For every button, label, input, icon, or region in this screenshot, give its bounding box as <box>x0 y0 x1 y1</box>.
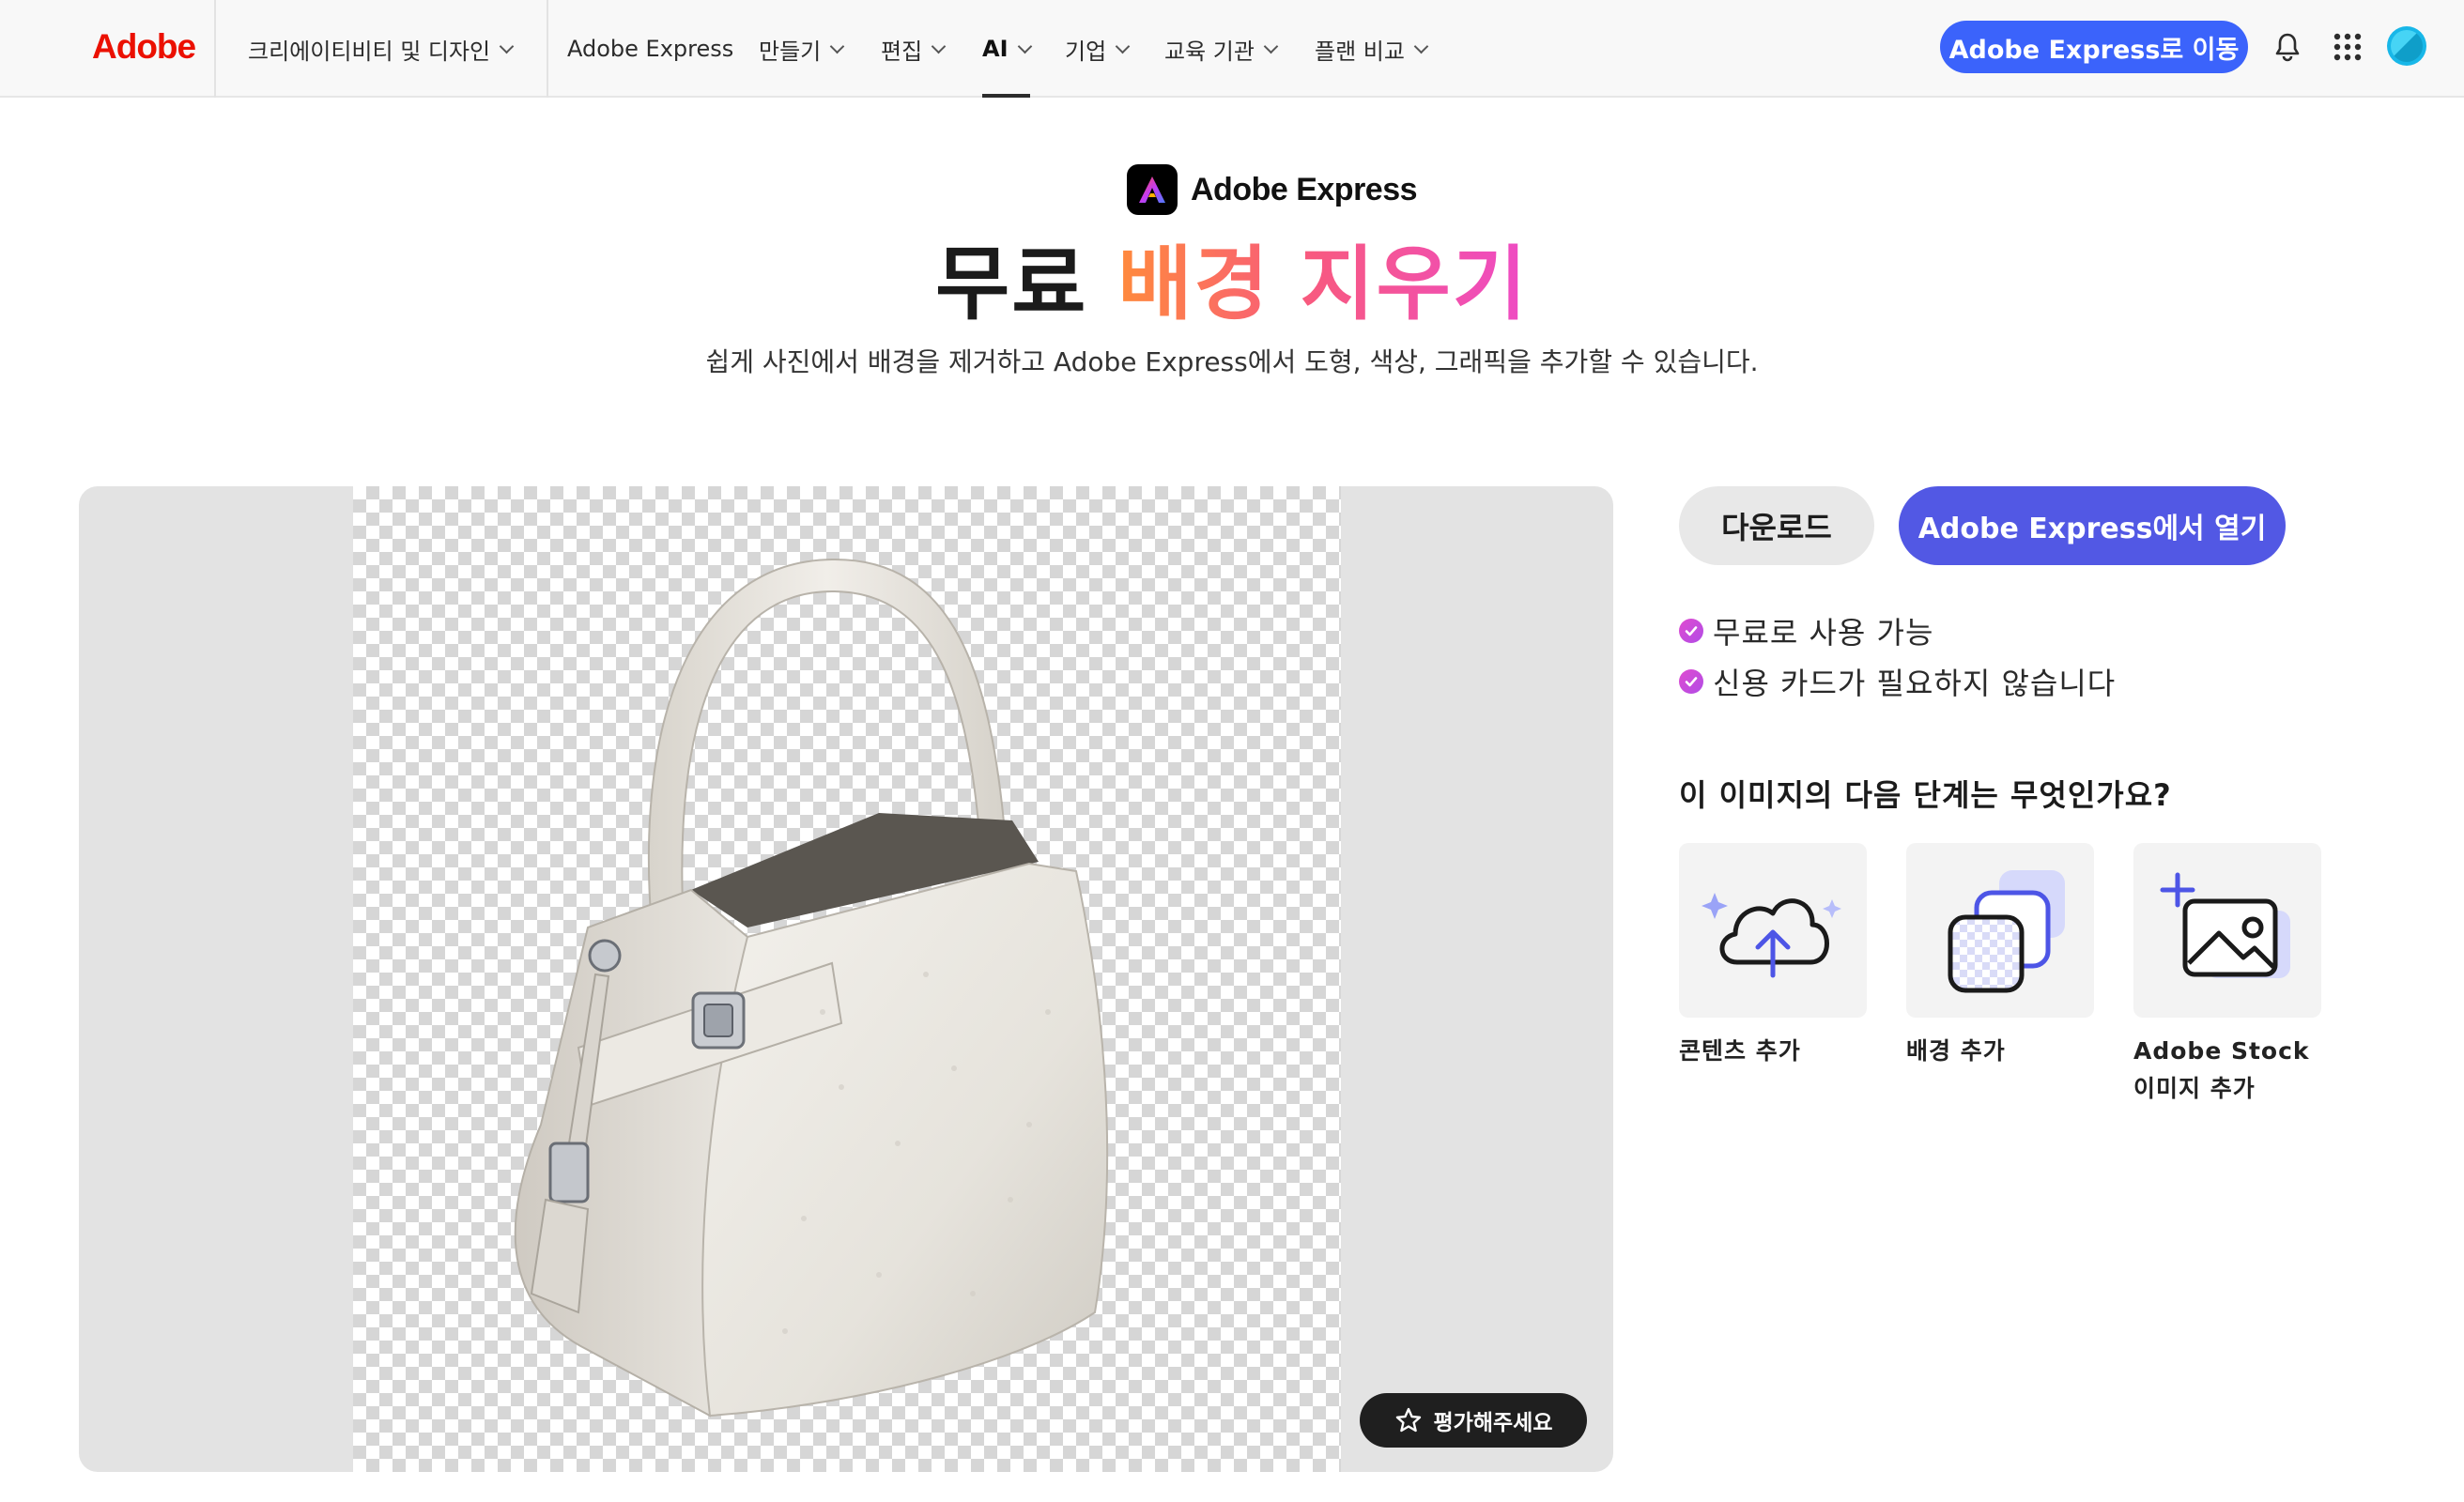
chevron-down-icon <box>1263 38 1279 54</box>
download-button[interactable]: 다운로드 <box>1679 486 1874 565</box>
feature-label: 무료로 사용 가능 <box>1713 615 1934 651</box>
chevron-down-icon <box>1017 38 1032 54</box>
chevron-down-icon <box>1413 38 1429 54</box>
top-navigation: Adobe 크리에이티비티 및 디자인 Adobe Express 만들기 편집… <box>0 0 2464 98</box>
user-avatar[interactable] <box>2387 26 2426 66</box>
app-grid-icon[interactable] <box>2329 28 2366 66</box>
open-in-express-button[interactable]: Adobe Express에서 열기 <box>1899 486 2286 565</box>
adobe-express-brand: Adobe Express <box>1127 163 1418 216</box>
nav-divider <box>214 0 216 98</box>
layers-background-icon <box>1948 870 2065 993</box>
chevron-down-icon <box>1115 38 1131 54</box>
feature-item: 무료로 사용 가능 <box>1679 610 1933 651</box>
cloud-upload-icon <box>1702 893 1841 978</box>
nav-item-label: 교육 기관 <box>1164 38 1255 65</box>
checkmark-icon <box>1679 669 1703 694</box>
handbag-image <box>514 558 1109 1418</box>
add-stock-image-card[interactable] <box>2133 843 2321 1018</box>
nav-item-label: 만들기 <box>759 38 822 65</box>
image-preview-panel: 평가해주세요 <box>79 486 1613 1472</box>
nav-item-compare-plans[interactable]: 플랜 비교 <box>1315 0 1429 98</box>
chevron-down-icon <box>931 38 947 54</box>
page-subtitle: 쉽게 사진에서 배경을 제거하고 Adobe Express에서 도형, 색상,… <box>705 346 1759 377</box>
transparency-background <box>353 486 1341 1472</box>
add-background-label[interactable]: 배경 추가 <box>1906 1033 2113 1070</box>
nav-item-education[interactable]: 교육 기관 <box>1164 0 1279 98</box>
nav-item-label: 크리에이티비티 및 디자인 <box>248 38 491 65</box>
nav-item-label: 기업 <box>1065 38 1107 65</box>
nav-divider <box>547 0 548 98</box>
nav-item-business[interactable]: 기업 <box>1065 0 1131 98</box>
title-highlight: 배경 지우기 <box>1117 238 1529 331</box>
add-stock-image-label[interactable]: Adobe Stock 이미지 추가 <box>2133 1033 2340 1108</box>
next-steps-title: 이 이미지의 다음 단계는 무엇인가요? <box>1679 777 2172 813</box>
nav-item-label: 편집 <box>881 38 923 65</box>
page-title: 무료 배경 지우기 <box>0 218 2464 335</box>
brand-name: Adobe Express <box>1191 171 1418 207</box>
adobe-express-logo-icon <box>1127 164 1178 215</box>
nav-item-creativity-design[interactable]: 크리에이티비티 및 디자인 <box>248 0 515 98</box>
chevron-down-icon <box>499 38 515 54</box>
nav-item-ai[interactable]: AI <box>982 0 1032 98</box>
add-content-card[interactable] <box>1679 843 1867 1018</box>
checkmark-icon <box>1679 619 1703 643</box>
nav-item-label: AI <box>982 36 1009 62</box>
rate-button-label: 평가해주세요 <box>1433 1411 1553 1435</box>
feature-item: 신용 카드가 필요하지 않습니다 <box>1679 661 2116 702</box>
add-image-icon <box>2160 872 2290 978</box>
bell-icon[interactable] <box>2269 28 2306 66</box>
go-to-adobe-express-button[interactable]: Adobe Express로 이동 <box>1940 21 2248 73</box>
nav-item-label: 플랜 비교 <box>1315 38 1405 65</box>
add-content-label[interactable]: 콘텐츠 추가 <box>1679 1033 1886 1070</box>
rate-button[interactable]: 평가해주세요 <box>1360 1393 1587 1448</box>
star-icon <box>1395 1407 1421 1433</box>
feature-label: 신용 카드가 필요하지 않습니다 <box>1713 666 2117 701</box>
nav-item-adobe-express[interactable]: Adobe Express <box>567 0 733 98</box>
chevron-down-icon <box>829 38 845 54</box>
add-background-card[interactable] <box>1906 843 2094 1018</box>
nav-item-edit[interactable]: 편집 <box>881 0 947 98</box>
title-plain: 무료 <box>935 238 1088 331</box>
adobe-logo[interactable]: Adobe <box>92 21 196 73</box>
nav-item-create[interactable]: 만들기 <box>759 0 845 98</box>
nav-item-label: Adobe Express <box>567 36 734 62</box>
